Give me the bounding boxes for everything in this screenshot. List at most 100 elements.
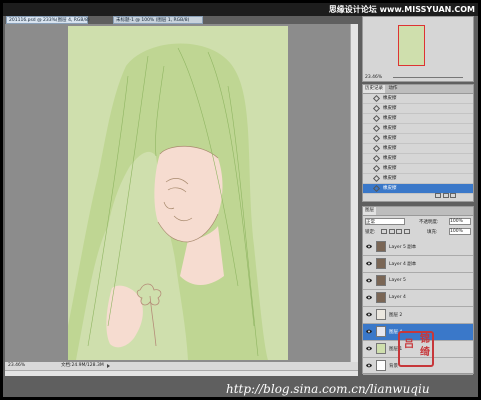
eraser-icon: [372, 164, 381, 173]
eraser-icon: [372, 174, 381, 183]
new-snapshot-icon[interactable]: [435, 193, 441, 198]
eye-icon[interactable]: [366, 363, 372, 368]
opacity-input[interactable]: 100%: [449, 218, 471, 225]
status-menu-arrow-icon[interactable]: [107, 364, 110, 368]
navigator-panel: 23.46%: [362, 16, 474, 82]
eraser-icon: [372, 94, 381, 103]
eye-icon[interactable]: [366, 329, 372, 334]
lock-icons: [381, 229, 410, 236]
history-item-label: 橡皮擦: [383, 156, 397, 161]
history-footer-icons: [435, 193, 457, 200]
layer-row[interactable]: Layer 5: [363, 273, 473, 290]
tab-actions[interactable]: 动作: [386, 85, 399, 93]
seal-char-right-top: 锦: [420, 334, 430, 345]
eye-icon[interactable]: [366, 295, 372, 300]
eraser-icon: [372, 144, 381, 153]
history-item-label: 橡皮擦: [383, 96, 397, 101]
eye-icon[interactable]: [366, 346, 372, 351]
history-item-label: 橡皮擦: [383, 176, 397, 181]
eraser-icon: [372, 184, 381, 193]
history-item[interactable]: 橡皮擦: [363, 104, 473, 114]
blend-mode-value: 正常: [366, 220, 375, 225]
artist-seal: 吕 锦 绮: [398, 331, 434, 367]
eraser-icon: [372, 114, 381, 123]
watermark-top: 思缘设计论坛 www.MISSYUAN.COM: [328, 5, 475, 14]
eraser-icon: [372, 154, 381, 163]
eye-icon[interactable]: [366, 278, 372, 283]
eye-icon[interactable]: [366, 261, 372, 266]
history-item[interactable]: 橡皮擦: [363, 154, 473, 164]
status-doc-size: 文档:24.9M/128.3M: [61, 363, 104, 368]
history-item[interactable]: 橡皮擦: [363, 124, 473, 134]
layer-thumbnail: [376, 241, 386, 252]
canvas-vertical-scrollbar[interactable]: [350, 24, 358, 362]
lock-brush-icon[interactable]: [388, 229, 395, 234]
layer-row[interactable]: Layer 4: [363, 290, 473, 307]
eye-icon[interactable]: [366, 244, 372, 249]
status-zoom[interactable]: 23.46%: [8, 362, 25, 370]
blend-mode-select[interactable]: 正常: [365, 218, 405, 225]
fill-value: 100%: [450, 229, 463, 234]
history-item-label: 橡皮擦: [383, 106, 397, 111]
history-item-label: 橡皮擦: [383, 126, 397, 131]
history-item[interactable]: 橡皮擦: [363, 164, 473, 174]
history-item-label: 橡皮擦: [383, 186, 397, 191]
tab-history[interactable]: 历史记录: [363, 85, 385, 93]
line-art-girl: [68, 43, 268, 360]
layer-row[interactable]: 图层 2: [363, 307, 473, 324]
eraser-icon: [372, 134, 381, 143]
eraser-icon: [372, 124, 381, 133]
seal-char-left: 吕: [404, 339, 414, 350]
layer-row[interactable]: Layer 4 副本: [363, 256, 473, 273]
tab-document-2[interactable]: 未标题-1 @ 100% (图层 1, RGB/8): [113, 16, 203, 24]
tab-document-1[interactable]: 201116.psd @ 233%(图层 4, RGB/8): [6, 16, 90, 24]
artwork-canvas[interactable]: [68, 26, 288, 360]
layer-name: Layer 5: [389, 278, 406, 283]
history-item-label: 橡皮擦: [383, 136, 397, 141]
layer-name: Layer 5 副本: [389, 245, 417, 250]
eye-icon[interactable]: [366, 312, 372, 317]
lock-transparent-icon[interactable]: [381, 229, 387, 234]
lock-all-icon[interactable]: [403, 229, 410, 234]
lock-move-icon[interactable]: [396, 229, 403, 234]
history-list: 橡皮擦 橡皮擦 橡皮擦 橡皮擦 橡皮擦 橡皮擦 橡皮擦 橡皮擦 橡皮擦 橡皮擦: [363, 94, 473, 194]
layer-name: 背景: [389, 364, 398, 369]
navigator-thumbnail[interactable]: [398, 25, 425, 66]
layer-name: Layer 4 副本: [389, 262, 417, 267]
layer-thumbnail: [376, 326, 386, 337]
status-bar: 23.46% 文档:24.9M/128.3M: [5, 362, 358, 370]
history-item-label: 橡皮擦: [383, 116, 397, 121]
history-item[interactable]: 橡皮擦: [363, 174, 473, 184]
lock-label: 锁定:: [365, 230, 376, 235]
new-document-icon[interactable]: [442, 193, 449, 198]
layer-name: 图层 2: [389, 313, 403, 318]
layer-thumbnail: [376, 258, 386, 269]
navigator-zoom[interactable]: 23.46%: [365, 75, 382, 80]
navigator-zoom-slider[interactable]: [393, 77, 463, 78]
layer-thumbnail: [376, 360, 386, 371]
seal-char-right-bottom: 绮: [420, 347, 430, 358]
history-item[interactable]: 橡皮擦: [363, 144, 473, 154]
history-item-label: 橡皮擦: [383, 166, 397, 171]
tab-layers[interactable]: 图层: [363, 207, 376, 215]
layer-thumbnail: [376, 309, 386, 320]
watermark-bottom: http://blog.sina.com.cn/lianwuqiu: [226, 382, 430, 396]
history-item[interactable]: 橡皮擦: [363, 94, 473, 104]
history-item-label: 橡皮擦: [383, 146, 397, 151]
eraser-icon: [372, 104, 381, 113]
layer-row[interactable]: Layer 5 副本: [363, 239, 473, 256]
canvas-horizontal-scrollbar[interactable]: [5, 370, 358, 376]
tab-document-1-label: 201116.psd @ 233%(图层 4, RGB/8): [9, 18, 90, 23]
fill-label: 填充:: [427, 230, 438, 235]
history-panel: 历史记录 动作 橡皮擦 橡皮擦 橡皮擦 橡皮擦 橡皮擦 橡皮擦 橡皮擦 橡皮擦 橡皮擦 橡皮擦: [362, 84, 474, 202]
layer-thumbnail: [376, 343, 386, 354]
history-panel-tabs: 历史记录 动作: [363, 85, 473, 94]
opacity-label: 不透明度:: [419, 220, 439, 225]
history-item[interactable]: 橡皮擦: [363, 134, 473, 144]
history-item[interactable]: 橡皮擦: [363, 114, 473, 124]
history-item[interactable]: 橡皮擦: [363, 184, 473, 194]
trash-icon[interactable]: [450, 193, 457, 198]
fill-input[interactable]: 100%: [449, 228, 471, 235]
layer-thumbnail: [376, 275, 386, 286]
layer-name: Layer 4: [389, 295, 406, 300]
